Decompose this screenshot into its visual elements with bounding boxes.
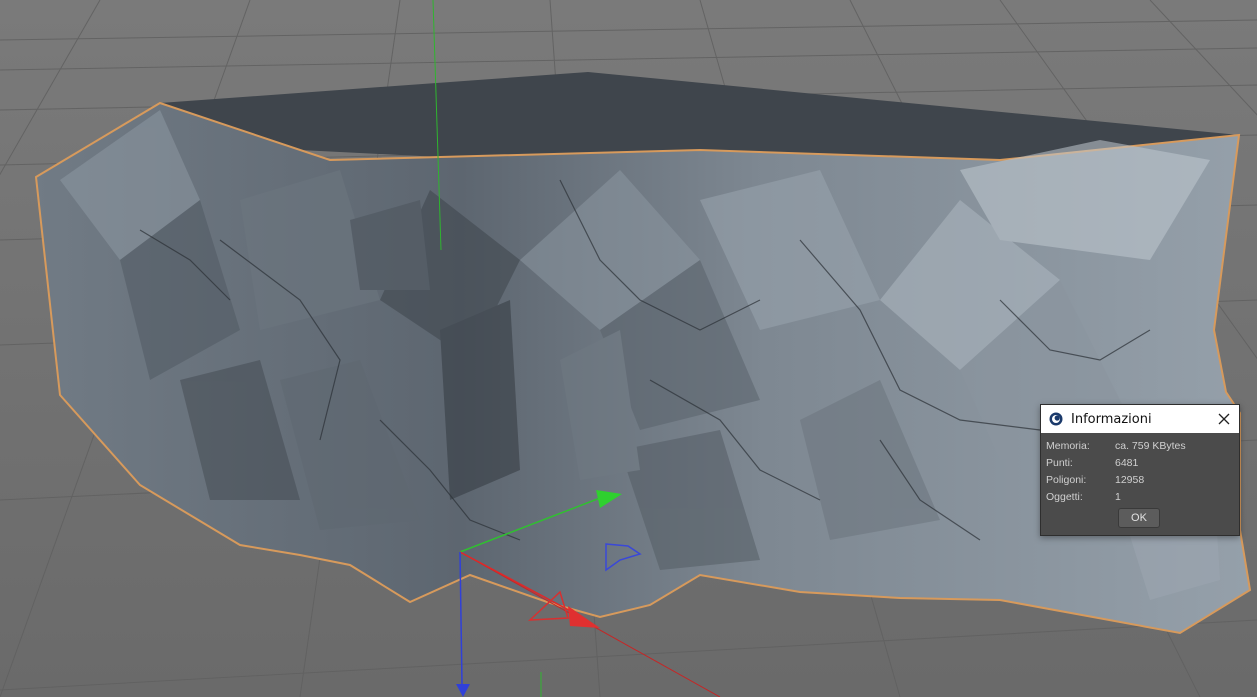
info-label: Oggetti: [1046,490,1083,503]
info-label: Poligoni: [1046,473,1087,486]
info-label: Memoria: [1046,439,1090,452]
info-label: Punti: [1046,456,1073,469]
info-value: 6481 [1115,456,1139,469]
info-dialog: Informazioni Memoria: ca. 759 KBytes Pun… [1040,404,1240,536]
ok-button[interactable]: OK [1118,508,1160,528]
info-row-points: Punti: 6481 [1046,454,1239,471]
info-row-memory: Memoria: ca. 759 KBytes [1046,437,1239,454]
info-row-objects: Oggetti: 1 [1046,488,1239,505]
dialog-titlebar[interactable]: Informazioni [1041,405,1239,433]
close-icon[interactable] [1215,410,1233,428]
info-value: ca. 759 KBytes [1115,439,1186,452]
info-row-polygons: Poligoni: 12958 [1046,471,1239,488]
viewport-canvas[interactable] [0,0,1257,697]
dialog-title: Informazioni [1071,411,1152,427]
info-value: 12958 [1115,473,1145,486]
info-table: Memoria: ca. 759 KBytes Punti: 6481 Poli… [1046,437,1239,505]
info-value: 1 [1115,490,1121,503]
cinema4d-logo-icon [1048,411,1064,427]
3d-viewport[interactable] [0,0,1257,697]
